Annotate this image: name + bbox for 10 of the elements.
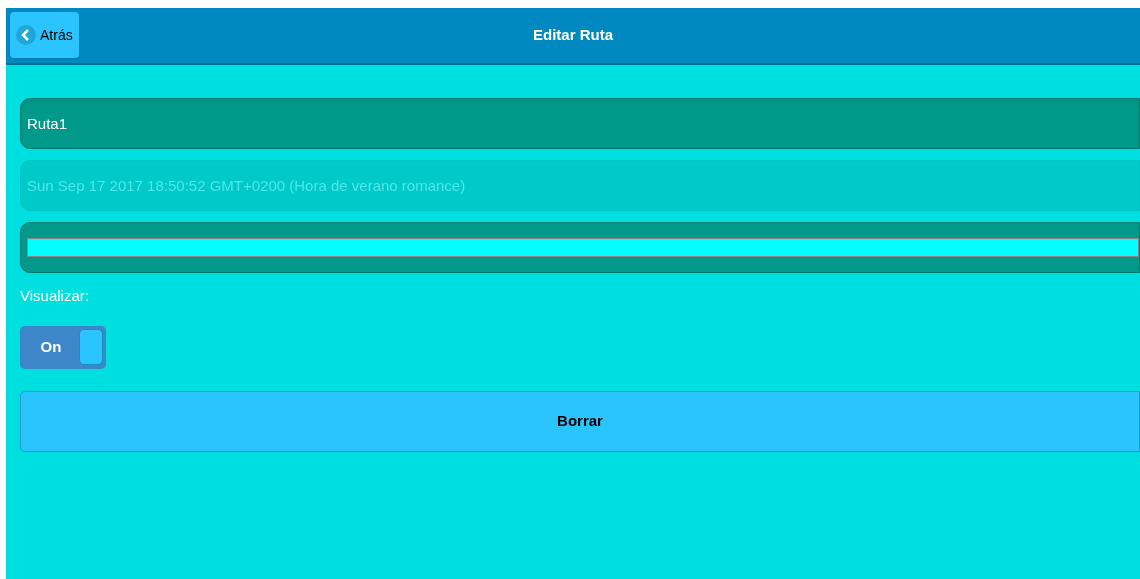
switch-label: On [39, 336, 63, 357]
visibility-switch[interactable]: On [20, 325, 106, 369]
name-field[interactable]: Ruta1 [20, 98, 1140, 149]
chevron-left-icon [16, 25, 36, 45]
page-title: Editar Ruta [533, 25, 613, 46]
back-button[interactable]: Atrás [10, 12, 79, 58]
switch-thumb [79, 329, 103, 365]
visibility-label: Visualizar: [20, 286, 90, 306]
delete-button[interactable]: Borrar [20, 390, 1140, 452]
color-field[interactable] [20, 222, 1140, 273]
